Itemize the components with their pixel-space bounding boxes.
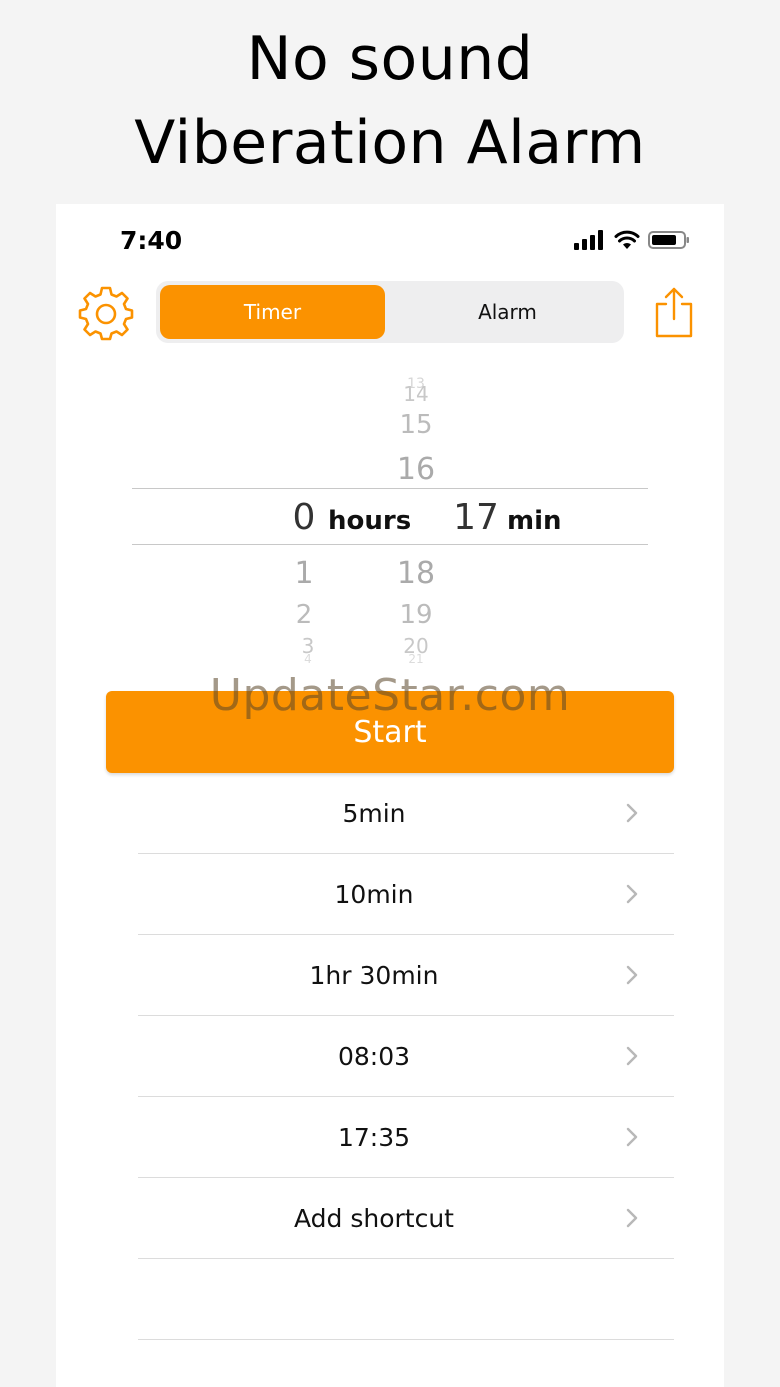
chevron-right-icon: [626, 1208, 638, 1228]
hour-option[interactable]: 4: [278, 652, 338, 666]
chevron-right-icon: [626, 803, 638, 823]
minute-option[interactable]: 18: [386, 556, 446, 591]
shortcut-label: 08:03: [337, 1041, 411, 1071]
picker-selection-bottom-line: [132, 544, 648, 545]
chevron-right-icon: [626, 884, 638, 904]
shortcut-row-5min[interactable]: 5min: [138, 773, 674, 854]
tab-alarm[interactable]: Alarm: [395, 285, 620, 339]
battery-icon: [648, 231, 689, 249]
chevron-right-icon: [626, 965, 638, 985]
headline-line-1: No sound: [246, 24, 534, 94]
mode-segmented-control: Timer Alarm: [156, 281, 624, 343]
minute-option[interactable]: 15: [386, 410, 446, 440]
hour-option[interactable]: 1: [274, 556, 334, 591]
wifi-icon: [614, 230, 640, 249]
shortcut-label: 1hr 30min: [309, 960, 439, 990]
hours-unit-label: hours: [328, 506, 412, 536]
tab-timer[interactable]: Timer: [160, 285, 385, 339]
signal-icon: [574, 230, 603, 250]
shortcut-row-10min[interactable]: 10min: [138, 854, 674, 935]
picker-selection-top-line: [132, 488, 648, 489]
shortcut-row-1hr30min[interactable]: 1hr 30min: [138, 935, 674, 1016]
headline-line-2: Viberation Alarm: [134, 108, 646, 178]
minute-option[interactable]: 19: [386, 600, 446, 630]
shortcut-label: 10min: [334, 879, 414, 909]
minutes-unit-label: min: [507, 506, 562, 536]
phone-screen: 7:40 Timer Alarm 13 14 15 16 0 hours 17 …: [56, 204, 724, 1387]
empty-row: [138, 1259, 674, 1340]
minutes-selected[interactable]: 17: [446, 497, 506, 538]
share-icon[interactable]: [654, 286, 694, 338]
chevron-right-icon: [626, 1127, 638, 1147]
status-icons: [574, 228, 690, 252]
status-time: 7:40: [120, 226, 183, 255]
minute-option[interactable]: 14: [386, 382, 446, 406]
shortcut-list: 5min 10min 1hr 30min 08:03 17:35 Add sho…: [138, 773, 674, 1340]
shortcut-row-1735[interactable]: 17:35: [138, 1097, 674, 1178]
shortcut-label: 5min: [342, 798, 406, 828]
minute-option[interactable]: 16: [386, 452, 446, 487]
shortcut-label: 17:35: [337, 1122, 411, 1152]
shortcut-row-0803[interactable]: 08:03: [138, 1016, 674, 1097]
hour-option[interactable]: 2: [274, 600, 334, 630]
minute-option[interactable]: 21: [386, 652, 446, 666]
watermark: UpdateStar.com: [209, 670, 571, 721]
hours-selected[interactable]: 0: [274, 497, 334, 538]
gear-icon[interactable]: [78, 286, 134, 342]
add-shortcut-label: Add shortcut: [294, 1203, 454, 1233]
add-shortcut-row[interactable]: Add shortcut: [138, 1178, 674, 1259]
chevron-right-icon: [626, 1046, 638, 1066]
duration-picker[interactable]: 13 14 15 16 0 hours 17 min 1 2 3 4 18 19…: [132, 372, 648, 666]
